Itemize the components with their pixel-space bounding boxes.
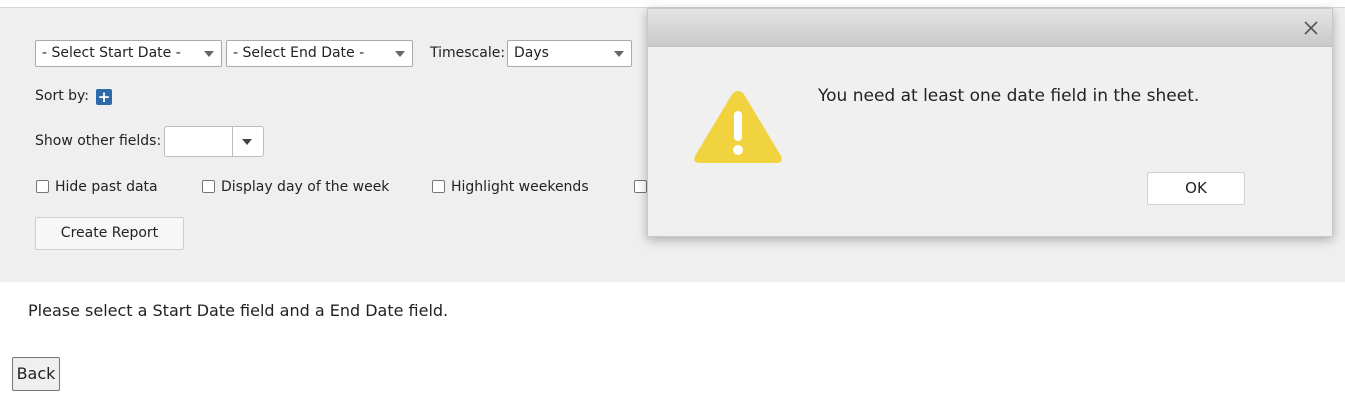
close-icon[interactable] xyxy=(1304,21,1318,35)
timescale-select[interactable]: Days xyxy=(507,40,632,67)
chevron-down-icon xyxy=(242,139,252,145)
chevron-down-icon xyxy=(614,51,624,57)
end-date-select[interactable]: - Select End Date - xyxy=(226,40,413,67)
start-date-select[interactable]: - Select Start Date - xyxy=(35,40,222,67)
chevron-down-icon xyxy=(204,51,214,57)
start-date-value: - Select Start Date - xyxy=(42,45,181,61)
hide-past-data-checkbox[interactable] xyxy=(36,180,49,193)
end-date-value: - Select End Date - xyxy=(233,45,365,61)
hide-past-data-label: Hide past data xyxy=(55,179,158,195)
warning-icon xyxy=(694,91,782,163)
chevron-down-icon xyxy=(395,51,405,57)
highlight-weekends-label: Highlight weekends xyxy=(451,179,589,195)
sort-by-label: Sort by: xyxy=(35,88,90,104)
highlight-weekends-checkbox[interactable] xyxy=(432,180,445,193)
show-other-fields-select[interactable] xyxy=(164,126,264,157)
ok-button[interactable]: OK xyxy=(1147,172,1245,205)
show-other-fields-label: Show other fields: xyxy=(35,133,162,149)
display-day-of-week-label: Display day of the week xyxy=(221,179,390,195)
display-day-of-week-checkbox[interactable] xyxy=(202,180,215,193)
alert-dialog: You need at least one date field in the … xyxy=(647,8,1333,237)
top-border xyxy=(0,0,1345,8)
timescale-value: Days xyxy=(514,45,549,61)
back-button[interactable]: Back xyxy=(12,357,60,391)
combo-divider xyxy=(232,127,233,156)
dialog-message: You need at least one date field in the … xyxy=(818,86,1200,106)
dialog-titlebar xyxy=(648,9,1332,47)
status-message: Please select a Start Date field and a E… xyxy=(28,301,449,320)
add-sort-button[interactable]: + xyxy=(96,89,112,105)
timescale-label: Timescale: xyxy=(430,45,506,61)
plus-icon: + xyxy=(97,88,111,106)
create-report-button[interactable]: Create Report xyxy=(35,217,184,250)
hidden-option-checkbox[interactable] xyxy=(634,180,647,193)
